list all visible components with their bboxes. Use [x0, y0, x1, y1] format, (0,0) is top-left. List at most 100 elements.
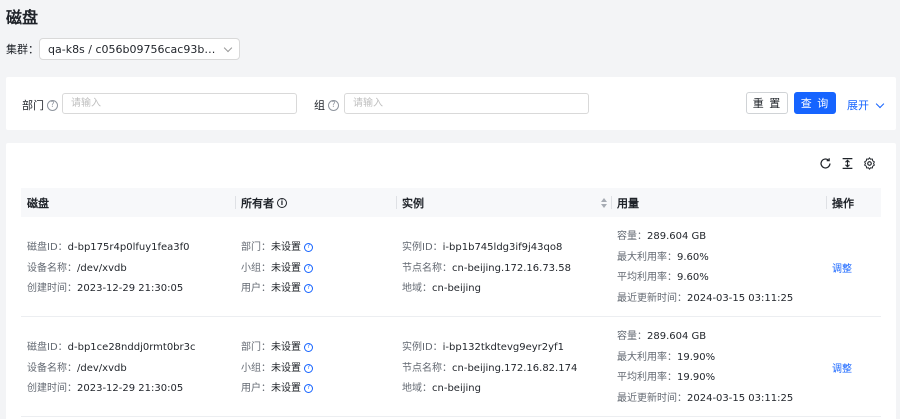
column-divider — [396, 196, 397, 209]
label: 节点名称： — [402, 363, 452, 374]
group-filter-label: 组 ? — [314, 97, 339, 113]
label: 最近更新时间： — [617, 293, 687, 304]
avg-utilization: 平均利用率：19.90% — [617, 368, 715, 383]
group-input[interactable] — [344, 93, 589, 114]
reset-button[interactable]: 重 置 — [746, 92, 788, 114]
header-instance[interactable]: 实例 — [402, 188, 607, 217]
label: 最大利用率： — [617, 352, 677, 363]
label: 用户： — [241, 283, 271, 294]
value: 2024-03-15 03:11:25 — [687, 393, 794, 404]
avg-utilization: 平均利用率：9.60% — [617, 268, 709, 283]
label: 最大利用率： — [617, 252, 677, 263]
value: cn-beijing.172.16.73.58 — [452, 263, 571, 274]
label: 节点名称： — [402, 263, 452, 274]
label: 用户： — [241, 383, 271, 394]
department-input[interactable] — [62, 93, 297, 114]
column-divider — [611, 196, 612, 209]
node-name: 节点名称：cn-beijing.172.16.73.58 — [402, 259, 571, 274]
label: 设备名称： — [27, 363, 77, 374]
sort-icon[interactable] — [601, 198, 607, 208]
value: 9.60% — [677, 252, 709, 263]
value: 2024-03-15 03:11:25 — [687, 293, 794, 304]
refresh-icon[interactable] — [819, 157, 832, 170]
info-icon[interactable]: i — [277, 197, 287, 208]
label: 容量： — [617, 331, 647, 342]
owner-team: 小组：未设置? — [241, 259, 313, 274]
region: 地域：cn-beijing — [402, 379, 481, 394]
cluster-select[interactable]: qa-k8s / c056b09756cac93b22f1ac2... — [39, 38, 240, 60]
label: 小组： — [241, 363, 271, 374]
question-icon[interactable]: ? — [304, 283, 313, 293]
question-icon[interactable]: ? — [47, 99, 58, 111]
question-icon[interactable]: ? — [304, 342, 313, 352]
label: 部门： — [241, 342, 271, 353]
question-icon[interactable]: ? — [304, 383, 313, 393]
device-name: 设备名称：/dev/xvdb — [27, 359, 127, 374]
label: 磁盘ID： — [27, 242, 68, 253]
value: cn-beijing — [432, 383, 481, 394]
value: 未设置 — [271, 363, 301, 374]
label: 实例ID： — [402, 342, 443, 353]
value: 2023-12-29 21:30:05 — [77, 383, 184, 394]
value: d-bp175r4p0lfuy1fea3f0 — [67, 242, 190, 253]
last-updated: 最近更新时间：2024-03-15 03:11:25 — [617, 389, 793, 404]
filter-panel: 部门 ? 组 ? 重 置 查 询 展开 — [6, 77, 896, 130]
region: 地域：cn-beijing — [402, 279, 481, 294]
value: d-bp1ce28nddj0rmt0br3c — [67, 342, 196, 353]
label: 平均利用率： — [617, 272, 677, 283]
value: 19.90% — [677, 352, 716, 363]
value: 未设置 — [271, 283, 301, 294]
column-height-icon[interactable] — [841, 157, 854, 170]
cluster-label: 集群： — [6, 43, 39, 56]
query-button[interactable]: 查 询 — [794, 92, 836, 114]
question-icon[interactable]: ? — [304, 363, 313, 373]
page-title: 磁盘 — [6, 8, 39, 27]
created-time: 创建时间：2023-12-29 21:30:05 — [27, 379, 183, 394]
expand-label: 展开 — [847, 99, 869, 112]
department-filter-label: 部门 ? — [22, 97, 58, 113]
value: 未设置 — [271, 383, 301, 394]
value: /dev/xvdb — [77, 363, 127, 374]
value: 9.60% — [677, 272, 709, 283]
owner-team: 小组：未设置? — [241, 359, 313, 374]
value: cn-beijing — [432, 283, 481, 294]
label: 平均利用率： — [617, 372, 677, 383]
instance-id: 实例ID：i-bp132tkdtevg9eyr2yf1 — [402, 338, 564, 353]
label: 部门： — [241, 242, 271, 253]
label: 地域： — [402, 283, 432, 294]
header-disk: 磁盘 — [27, 196, 49, 210]
adjust-link[interactable]: 调整 — [832, 360, 852, 375]
value: 19.90% — [677, 372, 716, 383]
label: 创建时间： — [27, 283, 77, 294]
group-label-text: 组 — [314, 99, 325, 112]
capacity: 容量：289.604 GB — [617, 227, 706, 242]
expand-filters-toggle[interactable]: 展开 — [847, 97, 885, 113]
disk-id: 磁盘ID：d-bp175r4p0lfuy1fea3f0 — [27, 238, 190, 253]
value: i-bp132tkdtevg9eyr2yf1 — [442, 342, 564, 353]
label: 磁盘ID： — [27, 342, 68, 353]
header-owner-text: 所有者 — [241, 196, 274, 210]
column-divider — [235, 196, 236, 209]
chevron-down-icon — [875, 99, 885, 108]
question-icon[interactable]: ? — [328, 99, 339, 111]
value: 未设置 — [271, 242, 301, 253]
disk-table-card: 磁盘 所有者 i 实例 用量 操作 磁盘ID：d-bp175r4p0lfuy1f… — [6, 143, 896, 419]
label: 最近更新时间： — [617, 393, 687, 404]
settings-icon[interactable] — [863, 157, 876, 170]
adjust-link[interactable]: 调整 — [832, 260, 852, 275]
owner-user: 用户：未设置? — [241, 379, 313, 394]
column-divider — [826, 196, 827, 209]
instance-id: 实例ID：i-bp1b745ldg3if9j43qo8 — [402, 238, 562, 253]
question-icon[interactable]: ? — [304, 263, 313, 273]
value: 2023-12-29 21:30:05 — [77, 283, 184, 294]
cluster-selector-row: 集群： qa-k8s / c056b09756cac93b22f1ac2... — [6, 38, 240, 60]
table-row: 磁盘ID：d-bp175r4p0lfuy1fea3f0 设备名称：/dev/xv… — [21, 217, 881, 317]
chevron-down-icon — [223, 43, 233, 52]
value: /dev/xvdb — [77, 263, 127, 274]
label: 小组： — [241, 263, 271, 274]
value: 未设置 — [271, 342, 301, 353]
value: i-bp1b745ldg3if9j43qo8 — [442, 242, 563, 253]
question-icon[interactable]: ? — [304, 242, 313, 252]
label: 地域： — [402, 383, 432, 394]
header-owner: 所有者 i — [241, 188, 287, 217]
